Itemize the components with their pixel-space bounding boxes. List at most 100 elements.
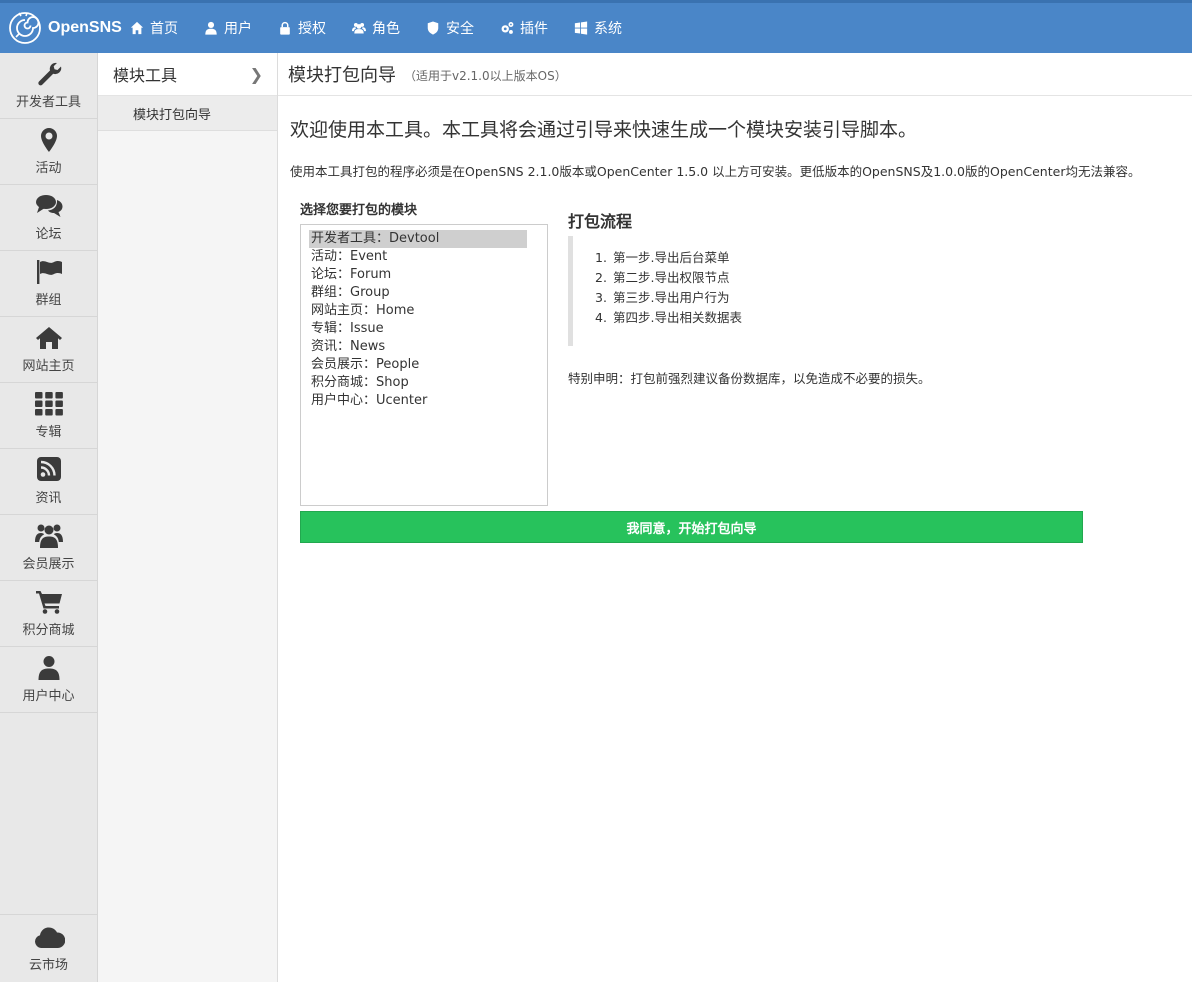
flow-step-number: 4. [595,310,607,325]
topnav-label: 首页 [150,21,178,37]
home-icon [35,327,62,349]
module-option[interactable]: 专辑：Issue [309,320,527,338]
topnav-label: 插件 [520,21,548,37]
sidebar-item-issue[interactable]: 专辑 [0,383,97,449]
topnav-auth[interactable]: 授权 [278,18,326,38]
module-option[interactable]: 会员展示：People [309,356,527,374]
lock-icon [280,21,290,35]
flow-step-text: 第二步.导出权限节点 [613,270,730,285]
sidebar-item-label: 会员展示 [22,557,75,572]
module-sidebar: 开发者工具 活动 论坛 群组 网站主页 专辑 资讯 会员展示 积分商城 用户中心… [0,53,98,982]
topnav-label: 角色 [372,21,400,37]
sidebar-item-home[interactable]: 网站主页 [0,317,97,383]
chevron-right-icon[interactable]: ❯ [250,65,263,84]
flow-title: 打包流程 [568,212,633,231]
sidebar-item-label: 活动 [35,161,62,176]
module-option[interactable]: 网站主页：Home [309,302,527,320]
sidebar-item-group[interactable]: 群组 [0,251,97,317]
topnav-label: 用户 [224,21,252,37]
flow-step: 4. 第四步.导出相关数据表 [595,308,868,328]
flow-steps: 1. 第一步.导出后台菜单 2. 第二步.导出权限节点 3. 第三步.导出用户行为 4… [568,236,868,346]
wrench-icon [37,62,61,86]
brand[interactable]: OpenSNS [0,3,130,53]
sidebar-item-label: 云市场 [28,958,68,973]
welcome-text: 欢迎使用本工具。本工具将会通过引导来快速生成一个模块安装引导脚本。 [290,119,918,141]
sidebar-item-label: 论坛 [35,227,62,242]
shield-icon [427,21,439,35]
module-option[interactable]: 开发者工具：Devtool [309,230,527,248]
topnav-plugins[interactable]: 插件 [500,18,548,38]
cart-icon [35,591,62,614]
sidebar-item-ucenter[interactable]: 用户中心 [0,647,97,713]
module-option[interactable]: 活动：Event [309,248,527,266]
top-navbar: OpenSNS 首页 用户 授权 角色 安全 插件 系统 [0,0,1192,53]
snail-logo-icon [9,12,41,44]
flow-step-text: 第四步.导出相关数据表 [613,310,742,325]
topnav-user[interactable]: 用户 [204,18,252,38]
sidebar-item-label: 专辑 [35,425,62,440]
page-title: 模块打包向导 [288,65,396,86]
home-icon [130,21,144,35]
group-icon [352,22,366,34]
flow-step: 3. 第三步.导出用户行为 [595,288,868,308]
page-subtitle: （适用于v2.1.0以上版本OS） [404,69,567,83]
flow-step-text: 第三步.导出用户行为 [613,290,730,305]
flow-step-number: 3. [595,290,607,305]
flow-step-number: 2. [595,270,607,285]
top-nav: 首页 用户 授权 角色 安全 插件 系统 [130,3,648,53]
comments-icon [35,195,62,217]
topnav-system[interactable]: 系统 [574,18,622,38]
grid-icon [34,392,63,416]
sub-sidebar-header[interactable]: 模块工具 ❯ [98,53,277,96]
module-listbox[interactable]: 开发者工具：Devtool 活动：Event 论坛：Forum 群组：Group… [300,224,548,506]
sidebar-item-news[interactable]: 资讯 [0,449,97,515]
module-option[interactable]: 论坛：Forum [309,266,527,284]
rss-icon [36,457,61,481]
sub-sidebar-item-label: 模块打包向导 [133,107,212,123]
sidebar-item-label: 积分商城 [22,623,75,638]
module-option[interactable]: 群组：Group [309,284,527,302]
sub-sidebar-title: 模块工具 [113,66,178,85]
flag-icon [36,260,62,284]
module-option[interactable]: 用户中心：Ucenter [309,392,527,410]
sidebar-item-shop[interactable]: 积分商城 [0,581,97,647]
compat-notice: 使用本工具打包的程序必须是在OpenSNS 2.1.0版本或OpenCenter… [290,164,1141,179]
topnav-label: 授权 [298,21,326,37]
topnav-security[interactable]: 安全 [426,18,474,38]
topnav-role[interactable]: 角色 [352,18,400,38]
flow-step: 2. 第二步.导出权限节点 [595,268,868,288]
user-icon [38,656,59,680]
sidebar-item-label: 群组 [35,293,62,308]
module-option[interactable]: 积分商城：Shop [309,374,527,392]
flow-step: 1. 第一步.导出后台菜单 [595,248,868,268]
sidebar-item-label: 开发者工具 [15,95,81,110]
cloud-icon [34,927,65,948]
flow-step-number: 1. [595,250,607,265]
sidebar-item-people[interactable]: 会员展示 [0,515,97,581]
users-icon [34,524,63,548]
module-option[interactable]: 资讯：News [309,338,527,356]
user-icon [205,21,217,35]
flow-step-text: 第一步.导出后台菜单 [613,250,730,265]
sub-sidebar: 模块工具 ❯ 模块打包向导 [98,53,278,982]
main-content: 模块打包向导 （适用于v2.1.0以上版本OS） 欢迎使用本工具。本工具将会通过… [278,53,1192,982]
topnav-label: 系统 [594,21,622,37]
module-select-label: 选择您要打包的模块 [300,203,418,218]
brand-name: OpenSNS [48,19,122,36]
sidebar-item-event[interactable]: 活动 [0,119,97,185]
disclaimer-text: 特别申明：打包前强烈建议备份数据库，以免造成不必要的损失。 [568,371,931,386]
sidebar-item-forum[interactable]: 论坛 [0,185,97,251]
map-marker-icon [40,128,57,152]
sub-sidebar-item-pack-wizard[interactable]: 模块打包向导 [98,96,277,131]
topnav-home[interactable]: 首页 [130,18,178,38]
sidebar-item-label: 用户中心 [22,689,75,704]
cogs-icon [501,22,514,34]
sidebar-item-devtool[interactable]: 开发者工具 [0,53,97,119]
windows-icon [574,21,588,35]
page-header: 模块打包向导 （适用于v2.1.0以上版本OS） [278,53,1192,96]
sidebar-item-label: 网站主页 [22,359,75,374]
topnav-label: 安全 [446,21,474,37]
sidebar-item-cloud-market[interactable]: 云市场 [0,914,97,982]
start-wizard-button[interactable]: 我同意，开始打包向导 [300,511,1083,543]
sidebar-item-label: 资讯 [35,491,62,506]
